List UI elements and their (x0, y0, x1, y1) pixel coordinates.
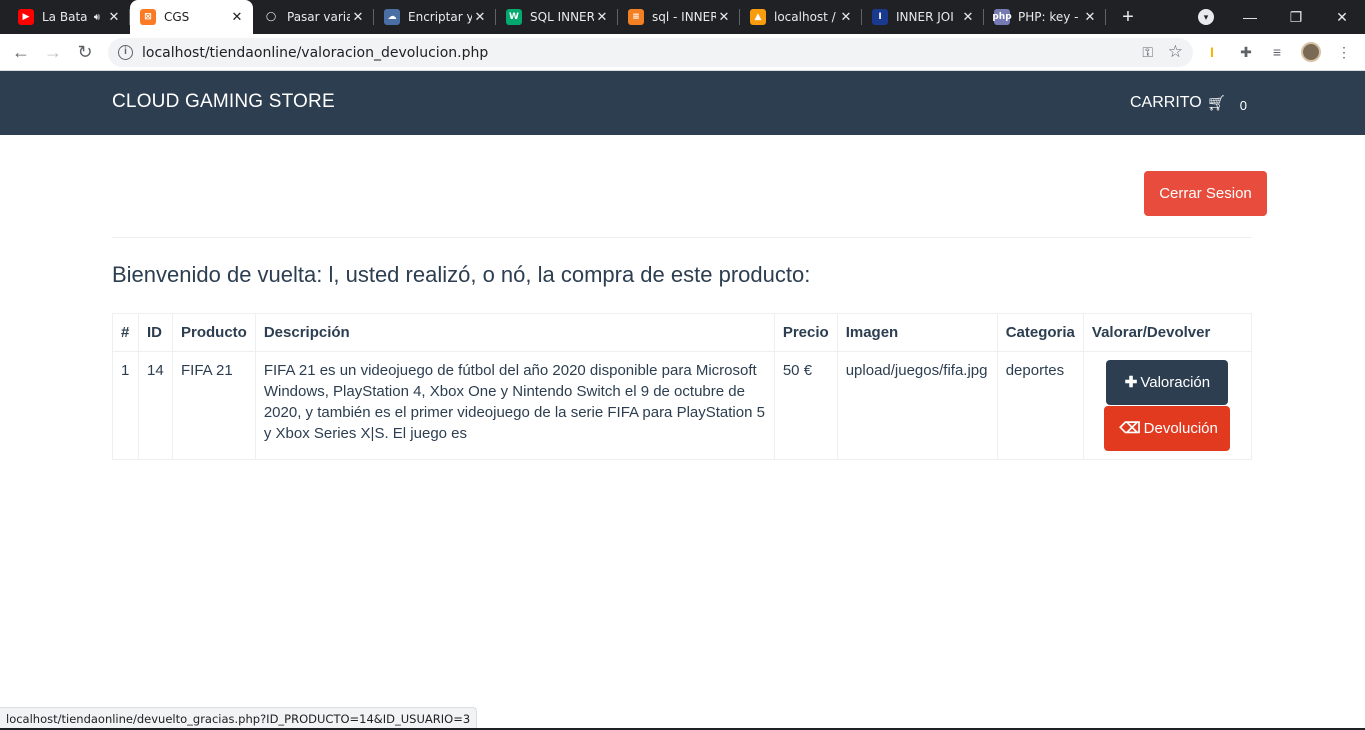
header-producto: Producto (172, 313, 256, 352)
minimize-button[interactable]: — (1227, 0, 1273, 34)
cell-descripcion: FIFA 21 es un videojuego de fútbol del a… (254, 351, 775, 460)
welcome-heading: Bienvenido de vuelta: l, usted realizó, … (112, 262, 811, 287)
close-tab-icon[interactable]: ✕ (229, 10, 245, 25)
devolucion-label: Devolución (1143, 420, 1218, 437)
restore-button[interactable]: ❐ (1273, 0, 1319, 34)
address-url[interactable]: localhost/tiendaonline/valoracion_devolu… (142, 45, 488, 61)
eraser-icon: ⌫ (1119, 420, 1141, 437)
cell-precio: 50 € (773, 351, 838, 460)
back-button[interactable]: ← (9, 40, 33, 64)
site-navbar: CLOUD GAMING STORE CARRITO 🛒︎ 0 (0, 71, 1365, 135)
cell-num: 1 (112, 351, 139, 460)
browser-tab[interactable]: W SQL INNER ✕ (496, 0, 618, 34)
browser-tab-title: CGS (164, 10, 190, 24)
cart-link[interactable]: CARRITO 🛒︎ 0 (1130, 94, 1247, 113)
divider (112, 237, 1252, 238)
header-num: # (112, 313, 139, 352)
browser-tab[interactable]: ▶ La Bata 🔊︎ ✕ (8, 0, 130, 34)
browser-tab[interactable]: ⊠ CGS ✕ (130, 0, 253, 34)
media-control-icon[interactable]: ≡ (1268, 43, 1286, 61)
xampp-icon: ⊠ (140, 9, 156, 25)
brand-link[interactable]: CLOUD GAMING STORE (112, 91, 335, 113)
header-categoria: Categoria (996, 313, 1084, 352)
extension-icon[interactable]: I (1203, 43, 1221, 61)
cell-categoria: deportes (996, 351, 1084, 460)
tab-separator (1105, 9, 1106, 25)
valoracion-button[interactable]: ✚ Valoración (1106, 360, 1229, 405)
browser-tab[interactable]: ☁ Encriptar y ✕ (374, 0, 496, 34)
close-tab-icon[interactable]: ✕ (838, 10, 854, 25)
shopping-cart-icon: 🛒︎ (1206, 95, 1226, 112)
browser-tab-title: PHP: key - (1018, 10, 1079, 24)
phpmyadmin-icon: ▲ (750, 9, 766, 25)
browser-tab[interactable]: php PHP: key - ✕ (984, 0, 1106, 34)
forward-button[interactable]: → (41, 40, 65, 64)
reload-button[interactable]: ↻ (73, 40, 97, 64)
products-table: # ID Producto Descripción Precio Imagen … (112, 313, 1253, 460)
youtube-icon: ▶ (18, 9, 34, 25)
php-icon: php (992, 9, 1012, 25)
browser-tab[interactable]: ◯ Pasar varia ✕ (253, 0, 374, 34)
cart-count: 0 (1239, 97, 1247, 113)
bookmark-star-icon[interactable]: ☆ (1168, 42, 1183, 62)
browser-tab[interactable]: ≡ sql - INNER ✕ (618, 0, 740, 34)
header-imagen: Imagen (836, 313, 998, 352)
cell-id: 14 (138, 351, 173, 460)
browser-tab-title: sql - INNER (652, 10, 716, 24)
browser-tab-title: localhost / (774, 10, 836, 24)
cell-producto: FIFA 21 (172, 351, 256, 460)
logout-button[interactable]: Cerrar Sesion (1144, 171, 1267, 216)
header-descripcion: Descripción (254, 313, 775, 352)
browser-tab-title: SQL INNER (530, 10, 594, 24)
browser-menu-icon[interactable]: ⋮ (1335, 43, 1353, 61)
cell-actions: ✚ Valoración ⌫ Devolución (1082, 351, 1253, 460)
table-row: 1 14 FIFA 21 FIFA 21 es un videojuego de… (112, 351, 1253, 460)
header-precio: Precio (773, 313, 838, 352)
extensions-puzzle-icon[interactable]: ✚ (1237, 43, 1255, 61)
tab-search-icon[interactable]: ▾ (1198, 9, 1214, 25)
close-tab-icon[interactable]: ✕ (716, 10, 732, 25)
valoracion-label: Valoración (1140, 374, 1211, 391)
circle-icon: ◯ (263, 9, 279, 25)
close-tab-icon[interactable]: ✕ (472, 10, 488, 25)
close-tab-icon[interactable]: ✕ (594, 10, 610, 25)
status-bar-url: localhost/tiendaonline/devuelto_gracias.… (0, 707, 478, 729)
header-id: ID (138, 313, 173, 352)
browser-tab[interactable]: ▲ localhost / ✕ (740, 0, 862, 34)
browser-tab-title: INNER JOI (896, 10, 954, 24)
close-tab-icon[interactable]: ✕ (350, 10, 366, 25)
browser-tab[interactable]: I INNER JOI ✕ (862, 0, 984, 34)
cart-label: CARRITO (1130, 94, 1202, 111)
profile-avatar[interactable] (1301, 42, 1321, 62)
site-info-icon[interactable]: i (118, 45, 133, 60)
new-tab-button[interactable]: + (1117, 6, 1139, 28)
doc-icon: I (872, 9, 888, 25)
header-valorar-devolver: Valorar/Devolver (1082, 313, 1253, 352)
browser-toolbar: ← → ↻ i localhost/tiendaonline/valoracio… (0, 34, 1365, 71)
cloud-icon: ☁ (384, 9, 400, 25)
close-tab-icon[interactable]: ✕ (1082, 10, 1098, 25)
browser-tab-strip: ▶ La Bata 🔊︎ ✕ ⊠ CGS ✕ ◯ Pasar varia ✕ ☁ Encriptar … (0, 0, 1365, 34)
w3schools-icon: W (506, 9, 522, 25)
plus-icon: ✚ (1124, 374, 1138, 391)
browser-tab-title: Pasar varia (287, 10, 350, 24)
close-tab-icon[interactable]: ✕ (960, 10, 976, 25)
close-window-button[interactable]: ✕ (1319, 0, 1365, 34)
browser-tab-title: Encriptar y (408, 10, 472, 24)
stackoverflow-icon: ≡ (628, 9, 644, 25)
key-icon[interactable]: ⚿ (1142, 44, 1153, 61)
close-tab-icon[interactable]: ✕ (106, 10, 122, 25)
devolucion-button[interactable]: ⌫ Devolución (1104, 406, 1231, 451)
cell-imagen: upload/juegos/fifa.jpg (836, 351, 998, 460)
address-bar[interactable]: i localhost/tiendaonline/valoracion_devo… (108, 38, 1193, 67)
table-header-row: # ID Producto Descripción Precio Imagen … (112, 313, 1253, 352)
speaker-icon[interactable]: 🔊︎ (94, 12, 100, 23)
browser-tab-title: La Bata (42, 10, 88, 24)
